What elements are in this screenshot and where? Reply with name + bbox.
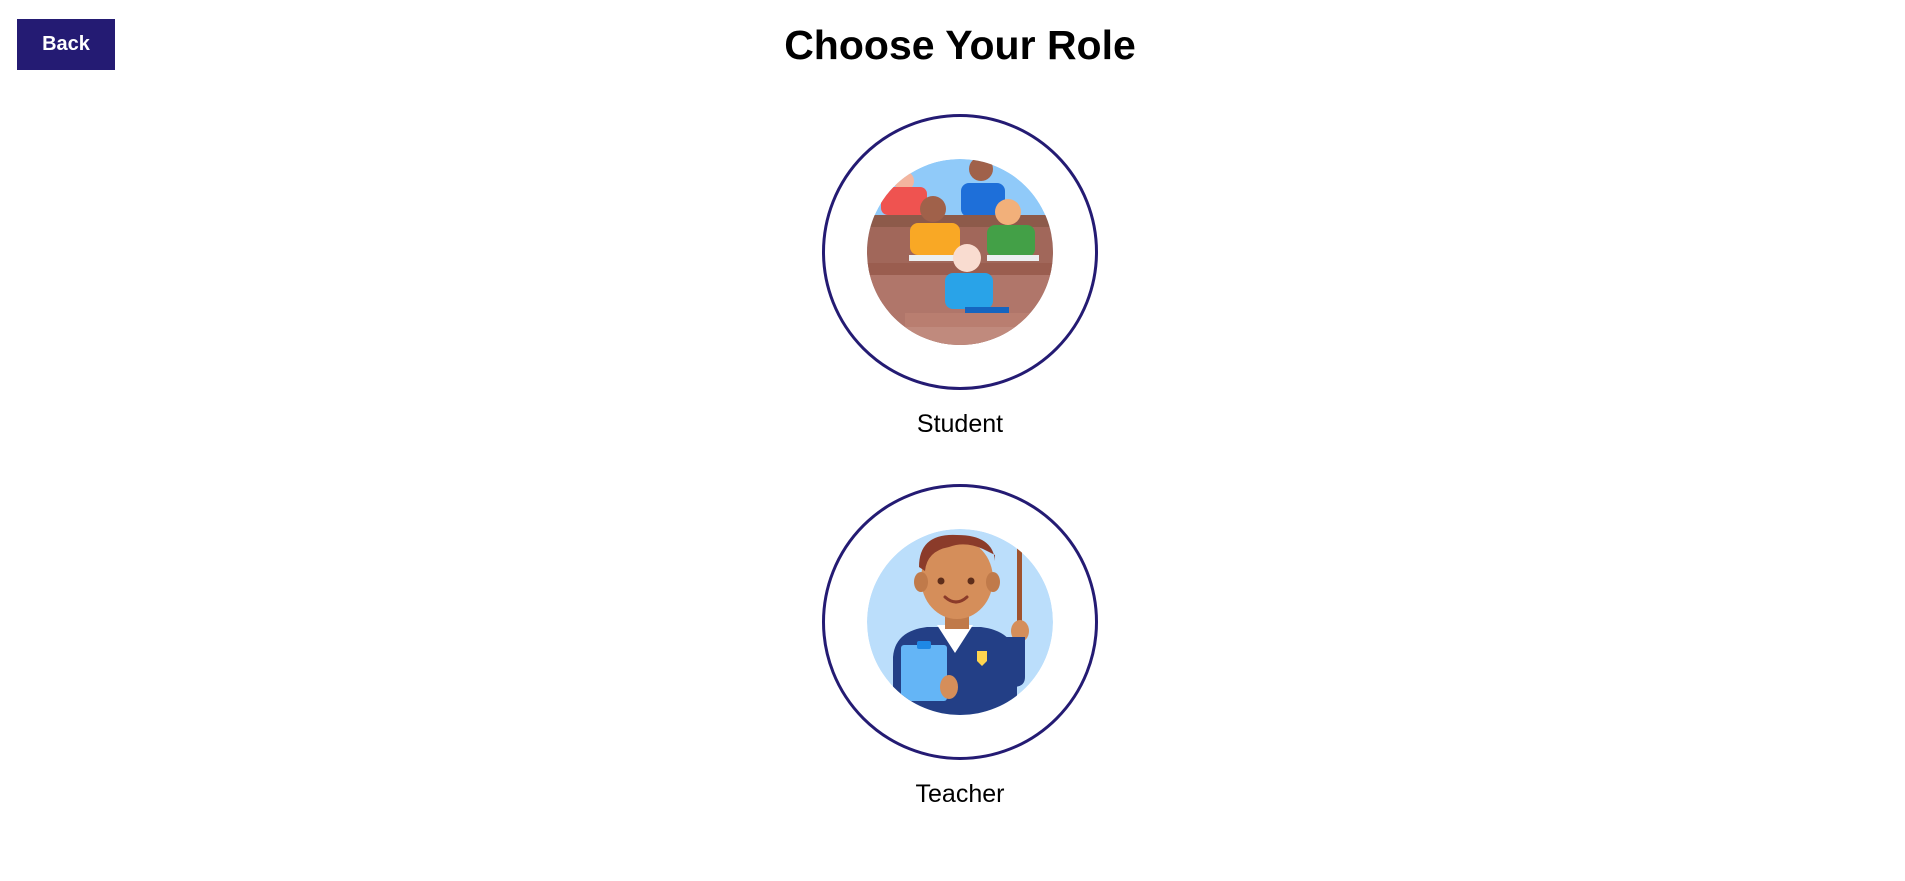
- role-label-student: Student: [916, 410, 1004, 438]
- page-title: Choose Your Role: [784, 22, 1136, 68]
- role-card-student[interactable]: Student: [820, 114, 1100, 439]
- role-label-teacher: Teacher: [915, 780, 1005, 808]
- role-selection-page: Back Choose Your Role Student Teacher: [0, 0, 1905, 881]
- teacher-icon: [867, 529, 1053, 715]
- role-circle-teacher[interactable]: [822, 484, 1098, 760]
- role-circle-student[interactable]: [822, 114, 1098, 390]
- classroom-students-icon: [867, 159, 1053, 345]
- role-card-teacher[interactable]: Teacher: [820, 484, 1100, 809]
